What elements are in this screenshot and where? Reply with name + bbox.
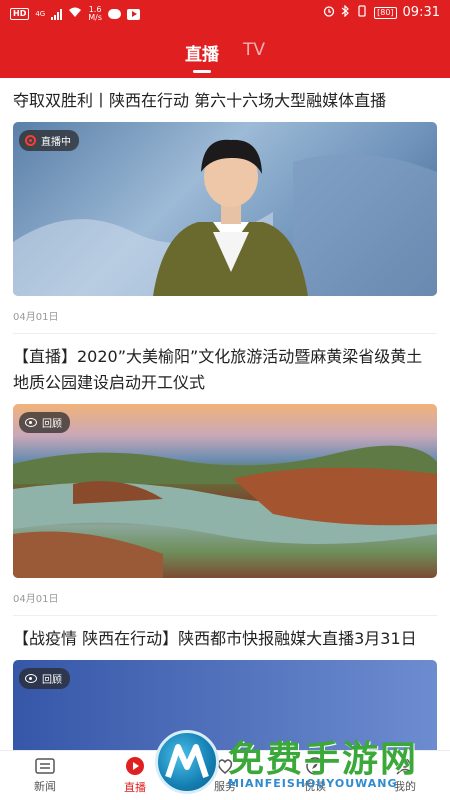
card-date: 04月01日 [13,578,437,616]
replay-badge-label: 回顾 [42,675,62,686]
tab-tv[interactable]: TV [243,40,265,71]
status-time: 09:31 [402,5,440,20]
live-badge: 直播中 [19,130,79,151]
wifi-icon [68,7,82,21]
live-dot-icon [25,135,36,146]
top-tabs: 直播 TV [0,40,450,73]
nav-service[interactable]: 服务 [180,751,270,800]
nav-live[interactable]: 直播 [90,751,180,800]
nav-read[interactable]: 悦读 [270,751,360,800]
landscape-image [13,445,437,578]
message-icon [108,9,121,19]
card-date: 04月01日 [13,296,437,334]
card-title: 【战疫情 陕西在行动】陕西都市快报融媒大直播3月31日 [13,629,417,648]
play-circle-icon [126,757,144,775]
replay-badge-label: 回顾 [42,419,62,430]
nav-mine-label: 我的 [394,780,416,793]
vibrate-icon [356,5,368,20]
live-thumbnail[interactable]: 直播中 [13,122,437,296]
compass-icon [306,757,324,775]
eye-icon [25,418,37,427]
status-bar: HD 4G 1.6 M/s [80] 09:31 [0,0,450,28]
person-icon [396,758,414,775]
card-title: 【直播】2020”大美榆阳”文化旅游活动暨麻黄梁省级黄土地质公园建设启动开工仪式 [13,347,423,392]
feed-card[interactable]: 夺取双胜利丨陕西在行动 第六十六场大型融媒体直播 直播中 04月01日 [0,78,450,334]
eye-icon [25,674,37,683]
video-app-icon [127,8,140,20]
battery-icon: [80] [374,6,397,19]
net-speed-unit: M/s [88,13,102,22]
replay-thumbnail[interactable]: 回顾 [13,404,437,578]
bottom-nav: 新闻 直播 服务 悦读 我的 [0,750,450,800]
nav-news-label: 新闻 [34,780,56,793]
service-icon [217,759,233,774]
feed-card[interactable]: 【直播】2020”大美榆阳”文化旅游活动暨麻黄梁省级黄土地质公园建设启动开工仪式… [0,334,450,616]
nav-read-label: 悦读 [304,780,326,793]
replay-badge: 回顾 [19,412,70,433]
hd-indicator: HD [10,8,30,20]
nav-news[interactable]: 新闻 [0,751,90,800]
bluetooth-icon [341,4,350,20]
nav-mine[interactable]: 我的 [360,751,450,800]
signal-icon [51,8,63,20]
app-header: HD 4G 1.6 M/s [80] 09:31 直播 TV [0,0,450,78]
news-anchor-image [13,139,437,296]
network-type: 4G [35,10,46,18]
live-badge-label: 直播中 [41,137,71,148]
nav-service-label: 服务 [214,780,236,793]
replay-badge: 回顾 [19,668,70,689]
card-title: 夺取双胜利丨陕西在行动 第六十六场大型融媒体直播 [13,91,387,110]
live-feed[interactable]: 夺取双胜利丨陕西在行动 第六十六场大型融媒体直播 直播中 04月01日 【直播】… [0,78,450,750]
tab-live[interactable]: 直播 [185,40,219,73]
feed-card[interactable]: 【战疫情 陕西在行动】陕西都市快报融媒大直播3月31日 回顾 [0,616,450,750]
net-speed: 1.6 M/s [88,6,102,22]
newspaper-icon [35,758,55,774]
alarm-icon [323,5,335,20]
nav-live-label: 直播 [124,781,146,794]
replay-thumbnail[interactable]: 回顾 [13,660,437,750]
